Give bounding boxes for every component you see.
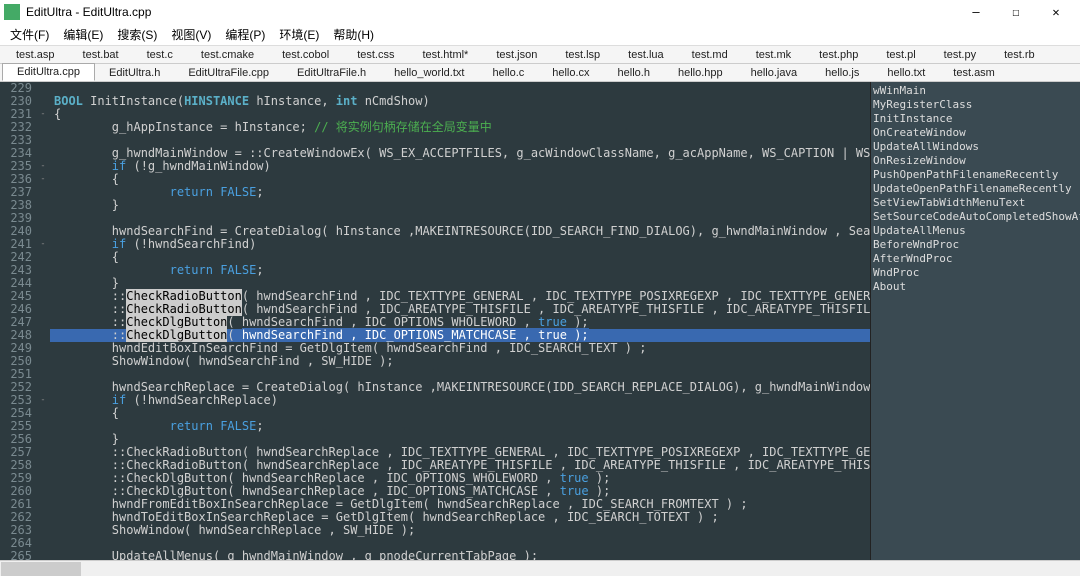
close-button[interactable]: ✕ [1036,0,1076,24]
tab[interactable]: test.c [133,47,187,63]
tab[interactable]: test.json [482,47,551,63]
menubar: 文件(F)编辑(E)搜索(S)视图(V)编程(P)环境(E)帮助(H) [0,24,1080,46]
tab[interactable]: test.asm [939,65,1009,81]
tab[interactable]: hello_world.txt [380,65,478,81]
tab[interactable]: test.rb [990,47,1049,63]
menu-item[interactable]: 帮助(H) [327,24,380,45]
outline-item[interactable]: UpdateOpenPathFilenameRecently [873,182,1078,196]
code-area[interactable]: BOOL InitInstance(HINSTANCE hInstance, i… [50,82,870,560]
window-title: EditUltra - EditUltra.cpp [26,5,956,19]
outline-item[interactable]: SetViewTabWidthMenuText [873,196,1078,210]
tab[interactable]: test.md [678,47,742,63]
tab[interactable]: test.py [930,47,990,63]
fold-gutter[interactable]: ----- [36,82,50,560]
menu-item[interactable]: 搜索(S) [111,24,163,45]
outline-item[interactable]: WndProc [873,266,1078,280]
tab[interactable]: hello.cx [538,65,603,81]
titlebar: EditUltra - EditUltra.cpp — ☐ ✕ [0,0,1080,24]
horizontal-scrollbar[interactable] [0,560,1080,576]
outline-item[interactable]: UpdateAllMenus [873,224,1078,238]
menu-item[interactable]: 编程(P) [219,24,271,45]
tab[interactable]: EditUltra.h [95,65,174,81]
outline-item[interactable]: OnResizeWindow [873,154,1078,168]
menu-item[interactable]: 编辑(E) [57,24,109,45]
tab[interactable]: test.php [805,47,872,63]
tab[interactable]: EditUltraFile.h [283,65,380,81]
tab[interactable]: test.pl [872,47,929,63]
outline-item[interactable]: InitInstance [873,112,1078,126]
menu-item[interactable]: 环境(E) [273,24,325,45]
tab[interactable]: test.cmake [187,47,268,63]
tab[interactable]: test.asp [2,47,69,63]
outline-item[interactable]: MyRegisterClass [873,98,1078,112]
tab[interactable]: hello.c [478,65,538,81]
tab[interactable]: test.bat [69,47,133,63]
outline-item[interactable]: BeforeWndProc [873,238,1078,252]
tab[interactable]: EditUltraFile.cpp [174,65,283,81]
line-number-gutter: 2292302312322332342352362372382392402412… [0,82,36,560]
tabrow-file-types: test.asptest.battest.ctest.cmaketest.cob… [0,46,1080,64]
scrollbar-thumb[interactable] [1,562,81,576]
menu-item[interactable]: 文件(F) [4,24,55,45]
maximize-button[interactable]: ☐ [996,0,1036,24]
tab[interactable]: hello.js [811,65,873,81]
tabrow-open-files: EditUltra.cppEditUltra.hEditUltraFile.cp… [0,64,1080,82]
outline-item[interactable]: UpdateAllWindows [873,140,1078,154]
tab[interactable]: test.cobol [268,47,343,63]
tab[interactable]: test.mk [742,47,805,63]
outline-panel[interactable]: wWinMainMyRegisterClassInitInstanceOnCre… [870,82,1080,560]
tab[interactable]: hello.txt [873,65,939,81]
outline-item[interactable]: OnCreateWindow [873,126,1078,140]
outline-item[interactable]: PushOpenPathFilenameRecently [873,168,1078,182]
tab[interactable]: hello.h [604,65,664,81]
tab[interactable]: test.lsp [551,47,614,63]
outline-item[interactable]: About [873,280,1078,294]
tab[interactable]: EditUltra.cpp [2,63,95,81]
tab[interactable]: hello.hpp [664,65,737,81]
tab[interactable]: test.html* [408,47,482,63]
tab[interactable]: test.lua [614,47,677,63]
outline-item[interactable]: SetSourceCodeAutoCompletedShowAft [873,210,1078,224]
outline-item[interactable]: wWinMain [873,84,1078,98]
tab[interactable]: hello.java [737,65,811,81]
minimize-button[interactable]: — [956,0,996,24]
tab[interactable]: test.css [343,47,408,63]
code-editor[interactable]: 2292302312322332342352362372382392402412… [0,82,870,560]
outline-item[interactable]: AfterWndProc [873,252,1078,266]
menu-item[interactable]: 视图(V) [165,24,217,45]
app-icon [4,4,20,20]
